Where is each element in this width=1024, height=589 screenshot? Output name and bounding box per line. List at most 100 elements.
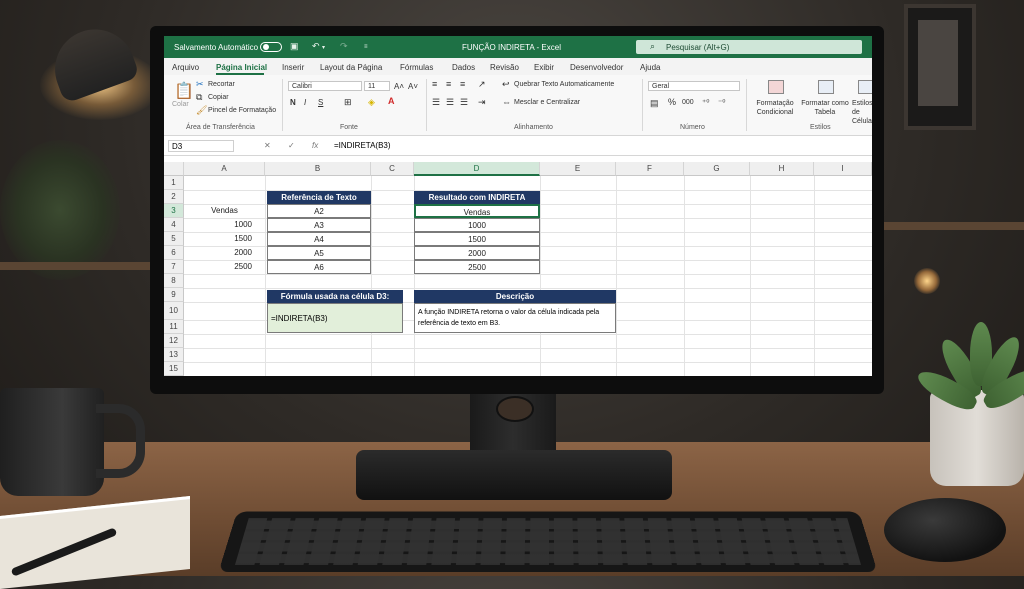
customize-toolbar-icon[interactable]: ≡ — [364, 44, 368, 50]
align-bottom-icon[interactable]: ≡ — [460, 79, 465, 89]
number-format-select[interactable]: Geral — [648, 81, 740, 91]
accounting-icon[interactable]: ▤ — [650, 98, 659, 109]
cell-d3-selected[interactable]: Vendas — [414, 204, 540, 218]
format-painter-label[interactable]: Pincel de Formatação — [208, 107, 276, 114]
description-header[interactable]: Descrição — [414, 290, 616, 303]
wrap-text-icon[interactable]: ↩ — [502, 79, 510, 90]
cell-d6[interactable]: 2000 — [414, 246, 540, 260]
cell-d4[interactable]: 1000 — [414, 218, 540, 232]
row-header[interactable]: 11 — [164, 320, 184, 334]
column-header[interactable]: A — [184, 162, 265, 176]
row-header-selected[interactable]: 3 — [164, 204, 184, 218]
align-middle-icon[interactable]: ≡ — [446, 79, 451, 89]
undo-icon[interactable]: ↶ — [312, 41, 320, 52]
row-header[interactable]: 5 — [164, 232, 184, 246]
cell-a6[interactable]: 2000 — [184, 246, 256, 260]
cell-b7[interactable]: A6 — [267, 260, 371, 274]
orientation-icon[interactable]: ↗ — [478, 79, 486, 90]
select-all-corner[interactable] — [164, 162, 184, 176]
save-icon[interactable]: ▣ — [290, 41, 299, 52]
merge-center-label[interactable]: Mesclar e Centralizar — [514, 99, 580, 106]
redo-icon[interactable]: ↷ — [340, 41, 348, 52]
row-header[interactable]: 15 — [164, 362, 184, 376]
wrap-text-label[interactable]: Quebrar Texto Automaticamente — [514, 81, 614, 88]
cell-b5[interactable]: A4 — [267, 232, 371, 246]
cell-a7[interactable]: 2500 — [184, 260, 256, 274]
formula-used-value[interactable]: =INDIRETA(B3) — [267, 303, 403, 333]
cancel-icon[interactable]: ✕ — [264, 141, 271, 150]
font-color-icon[interactable]: A — [388, 96, 395, 106]
autosave-toggle[interactable] — [260, 42, 282, 52]
bold-button[interactable]: N — [290, 98, 296, 107]
tab-dados[interactable]: Dados — [452, 63, 475, 72]
tab-arquivo[interactable]: Arquivo — [172, 63, 199, 72]
copy-icon[interactable]: ⧉ — [196, 92, 202, 103]
indent-icon[interactable]: ⇥ — [478, 97, 486, 108]
tab-exibir[interactable]: Exibir — [534, 63, 554, 72]
cell-b6[interactable]: A5 — [267, 246, 371, 260]
ref-table-header[interactable]: Referência de Texto — [267, 191, 371, 204]
row-header[interactable]: 1 — [164, 176, 184, 190]
increase-decimal-icon[interactable]: ⁺⁰ — [702, 98, 709, 107]
search-box[interactable]: ⌕ Pesquisar (Alt+G) — [636, 40, 862, 54]
comma-style-button[interactable]: 000 — [682, 99, 694, 106]
italic-button[interactable]: I — [304, 98, 306, 107]
underline-button[interactable]: S — [318, 98, 323, 107]
cut-label[interactable]: Recortar — [208, 81, 235, 88]
align-right-icon[interactable]: ☰ — [460, 97, 468, 108]
column-header[interactable]: H — [750, 162, 814, 176]
paste-icon[interactable]: 📋 — [174, 81, 194, 101]
result-table-header[interactable]: Resultado com INDIRETA — [414, 191, 540, 204]
conditional-formatting-icon[interactable] — [768, 80, 784, 94]
column-header[interactable]: C — [371, 162, 414, 176]
format-as-table-label[interactable]: Formatar como Tabela — [800, 99, 850, 117]
shrink-font-icon[interactable]: A˅ — [408, 82, 418, 91]
font-size-select[interactable]: 11 — [364, 81, 390, 91]
row-header[interactable]: 7 — [164, 260, 184, 274]
grow-font-icon[interactable]: A˄ — [394, 82, 404, 91]
row-header[interactable]: 10 — [164, 302, 184, 320]
cut-icon[interactable]: ✂ — [196, 79, 204, 90]
column-header[interactable]: E — [540, 162, 616, 176]
cell-a4[interactable]: 1000 — [184, 218, 256, 232]
cell-a5[interactable]: 1500 — [184, 232, 256, 246]
column-header[interactable]: F — [616, 162, 684, 176]
formula-used-header[interactable]: Fórmula usada na célula D3: — [267, 290, 403, 303]
insert-function-icon[interactable]: fx — [312, 141, 318, 150]
tab-pagina-inicial[interactable]: Página Inicial — [216, 63, 267, 72]
column-header[interactable]: G — [684, 162, 750, 176]
column-header-selected[interactable]: D — [414, 162, 540, 176]
tab-ajuda[interactable]: Ajuda — [640, 63, 660, 72]
decrease-decimal-icon[interactable]: ⁻⁰ — [718, 98, 725, 107]
cell-b4[interactable]: A3 — [267, 218, 371, 232]
font-name-select[interactable]: Calibri — [288, 81, 362, 91]
format-painter-icon[interactable]: 🖌 — [196, 105, 207, 116]
copy-label[interactable]: Copiar — [208, 94, 229, 101]
tab-desenvolvedor[interactable]: Desenvolvedor — [570, 63, 623, 72]
tab-formulas[interactable]: Fórmulas — [400, 63, 433, 72]
fill-color-icon[interactable]: ◈ — [368, 97, 375, 108]
row-header[interactable]: 4 — [164, 218, 184, 232]
enter-icon[interactable]: ✓ — [288, 141, 295, 150]
conditional-formatting-label[interactable]: Formatação Condicional — [752, 99, 798, 117]
cell-d7[interactable]: 2500 — [414, 260, 540, 274]
align-center-icon[interactable]: ☰ — [446, 97, 454, 108]
cell-styles-label[interactable]: Estilos de Célula — [852, 99, 872, 126]
row-header[interactable]: 2 — [164, 190, 184, 204]
cell-styles-icon[interactable] — [858, 80, 872, 94]
description-text[interactable]: A função INDIRETA retorna o valor da cél… — [414, 303, 616, 333]
align-left-icon[interactable]: ☰ — [432, 97, 440, 108]
borders-icon[interactable]: ⊞ — [344, 97, 352, 108]
cell-d5[interactable]: 1500 — [414, 232, 540, 246]
column-header[interactable]: I — [814, 162, 872, 176]
name-box[interactable]: D3 — [168, 140, 234, 152]
paste-label[interactable]: Colar — [172, 101, 189, 108]
row-header[interactable]: 9 — [164, 288, 184, 302]
formula-input[interactable]: =INDIRETA(B3) — [334, 141, 391, 150]
cell-b3[interactable]: A2 — [267, 204, 371, 218]
align-top-icon[interactable]: ≡ — [432, 79, 437, 89]
format-as-table-icon[interactable] — [818, 80, 834, 94]
tab-revisao[interactable]: Revisão — [490, 63, 519, 72]
undo-dropdown-icon[interactable]: ▾ — [322, 44, 325, 51]
tab-inserir[interactable]: Inserir — [282, 63, 304, 72]
